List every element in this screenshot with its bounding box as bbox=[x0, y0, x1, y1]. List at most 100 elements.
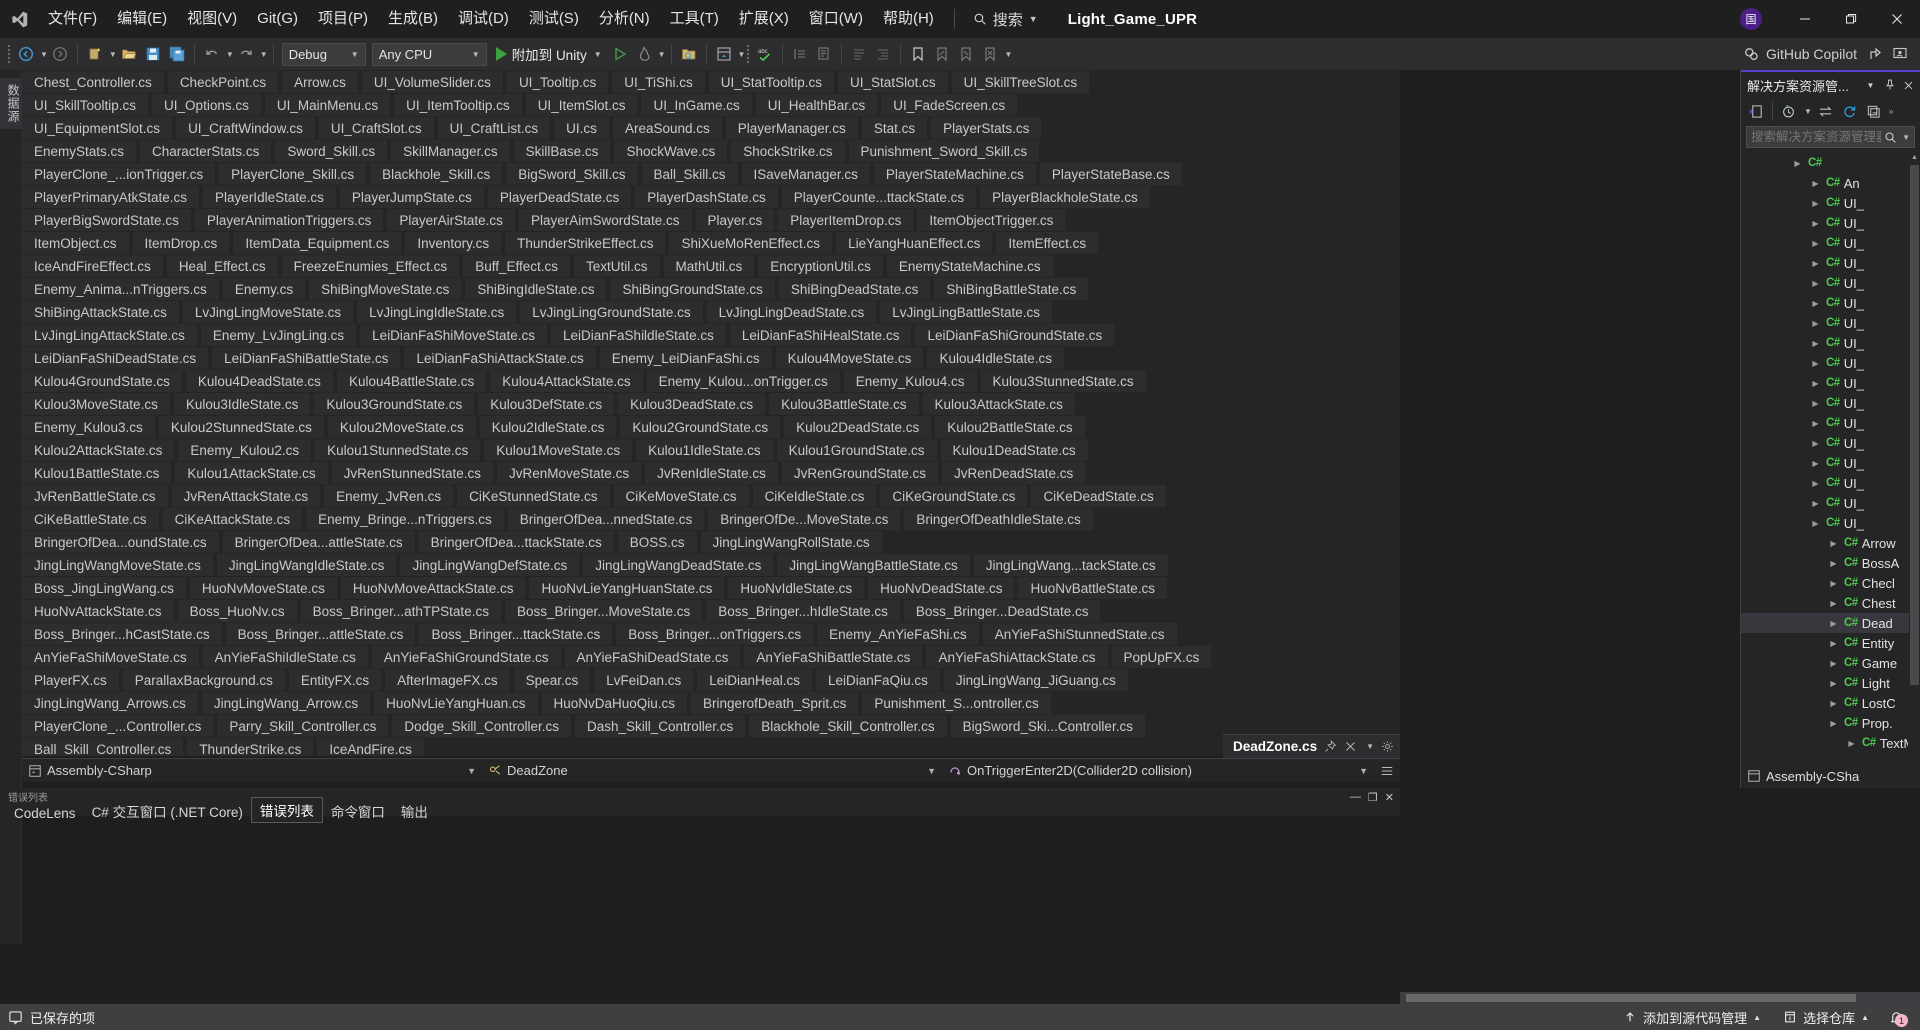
document-tab[interactable]: Kulou3AttackState.cs bbox=[922, 393, 1075, 415]
document-tab[interactable]: Kulou1GroundState.cs bbox=[776, 439, 937, 461]
solution-platform-button[interactable] bbox=[712, 41, 736, 67]
document-tab[interactable]: HuoNvDeadState.cs bbox=[868, 577, 1015, 599]
document-tab[interactable]: UI_CraftList.cs bbox=[437, 117, 551, 139]
document-tab[interactable]: UI_Options.cs bbox=[152, 94, 261, 116]
document-tab[interactable]: Kulou4MoveState.cs bbox=[775, 347, 924, 369]
chevron-right-icon[interactable]: ▶ bbox=[1809, 479, 1822, 488]
document-tab[interactable]: ShockWave.cs bbox=[614, 140, 728, 162]
document-tab[interactable]: TextUtil.cs bbox=[574, 255, 660, 277]
document-tab[interactable]: JvRenDeadState.cs bbox=[941, 462, 1086, 484]
chevron-right-icon[interactable]: ▶ bbox=[1809, 259, 1822, 268]
tree-item[interactable]: ▶ C# UI_ bbox=[1741, 473, 1920, 493]
toolbar-grip[interactable] bbox=[745, 45, 753, 63]
document-tab[interactable]: HuoNvLieYangHuan.cs bbox=[374, 692, 538, 714]
document-tab[interactable]: ShockStrike.cs bbox=[731, 140, 845, 162]
tree-item[interactable]: ▶ C# An bbox=[1741, 173, 1920, 193]
document-tab[interactable]: AnYieFaShiGroundState.cs bbox=[371, 646, 561, 668]
document-tab[interactable]: Enemy_Anima...nTriggers.cs bbox=[22, 278, 219, 300]
document-tab[interactable]: Enemy_JvRen.cs bbox=[324, 485, 454, 507]
document-tab[interactable]: LeiDianFaQiu.cs bbox=[816, 669, 940, 691]
hot-reload-button[interactable] bbox=[632, 41, 656, 67]
document-tab[interactable]: ItemObjectTrigger.cs bbox=[917, 209, 1066, 231]
scroll-up-icon[interactable]: ▲ bbox=[1909, 151, 1920, 163]
document-tab[interactable]: CiKeStunnedState.cs bbox=[457, 485, 610, 507]
document-tab[interactable]: BringerOfDea...nnedState.cs bbox=[507, 508, 705, 530]
chevron-down-icon[interactable]: ▼ bbox=[260, 50, 268, 59]
pin-icon[interactable] bbox=[1324, 740, 1337, 753]
document-tab[interactable]: Kulou2IdleState.cs bbox=[479, 416, 617, 438]
menu-analyze[interactable]: 分析(N) bbox=[589, 0, 660, 38]
tree-item[interactable]: ▶ C# LostC bbox=[1741, 693, 1920, 713]
toolbar-overflow-icon[interactable]: ▼ bbox=[1004, 50, 1012, 59]
document-tab[interactable]: Punishment_Sword_Skill.cs bbox=[848, 140, 1040, 162]
chevron-right-icon[interactable]: ▶ bbox=[1827, 719, 1840, 728]
chevron-right-icon[interactable]: ▶ bbox=[1827, 619, 1840, 628]
close-icon[interactable] bbox=[1344, 740, 1357, 753]
document-tab[interactable]: Kulou2DeadState.cs bbox=[784, 416, 932, 438]
document-tab[interactable]: Buff_Effect.cs bbox=[463, 255, 570, 277]
document-tab[interactable]: AnYieFaShiAttackState.cs bbox=[926, 646, 1108, 668]
document-tab[interactable]: Boss_Bringer...hIdleState.cs bbox=[706, 600, 900, 622]
document-tab[interactable]: CharacterStats.cs bbox=[140, 140, 272, 162]
previous-bookmark-button[interactable] bbox=[930, 41, 954, 67]
document-tab[interactable]: PlayerStateBase.cs bbox=[1039, 163, 1182, 185]
configuration-dropdown[interactable]: Debug ▼ bbox=[281, 42, 366, 66]
add-to-source-control-button[interactable]: 添加到源代码管理 ▲ bbox=[1614, 1004, 1770, 1030]
scrollbar-thumb[interactable] bbox=[1406, 994, 1856, 1002]
platform-dropdown[interactable]: Any CPU ▼ bbox=[371, 42, 487, 66]
document-tab[interactable]: PlayerBigSwordState.cs bbox=[22, 209, 191, 231]
tree-item[interactable]: ▶ C# Light bbox=[1741, 673, 1920, 693]
chevron-right-icon[interactable]: ▶ bbox=[1827, 539, 1840, 548]
document-tab[interactable]: ItemObject.cs bbox=[22, 232, 129, 254]
maximize-restore-button[interactable] bbox=[1828, 0, 1874, 38]
document-tab[interactable]: BringerOfDea...ttackState.cs bbox=[418, 531, 614, 553]
minimize-icon[interactable]: — bbox=[1350, 791, 1361, 804]
horizontal-scrollbar[interactable] bbox=[1400, 992, 1920, 1004]
document-tab[interactable]: Inventory.cs bbox=[405, 232, 502, 254]
close-button[interactable] bbox=[1874, 0, 1920, 38]
document-tab[interactable]: JingLingWangDeadState.cs bbox=[583, 554, 774, 576]
document-tab[interactable]: ShiBingAttackState.cs bbox=[22, 301, 179, 323]
restore-icon[interactable]: ❐ bbox=[1368, 791, 1378, 804]
document-tab[interactable]: PlayerJumpState.cs bbox=[339, 186, 484, 208]
tree-item[interactable]: ▶ C# BossA bbox=[1741, 553, 1920, 573]
document-tab[interactable]: Kulou2MoveState.cs bbox=[327, 416, 476, 438]
tree-item[interactable]: ▶ C# Entity bbox=[1741, 633, 1920, 653]
scrollbar-thumb[interactable] bbox=[1910, 165, 1919, 685]
document-tab[interactable]: LeiDianFaShiGroundState.cs bbox=[915, 324, 1115, 346]
document-tab[interactable]: Heal_Effect.cs bbox=[166, 255, 278, 277]
document-tab[interactable]: Enemy_AnYieFaShi.cs bbox=[817, 623, 979, 645]
bottom-panel-tab[interactable]: 错误列表 bbox=[250, 797, 323, 823]
document-tab[interactable]: UI_MainMenu.cs bbox=[264, 94, 391, 116]
chevron-right-icon[interactable]: ▶ bbox=[1809, 239, 1822, 248]
document-tab[interactable]: LeiDianFaShiMoveState.cs bbox=[360, 324, 548, 346]
document-tab[interactable]: UI_VolumeSlider.cs bbox=[361, 71, 503, 93]
document-tab[interactable]: CheckPoint.cs bbox=[167, 71, 279, 93]
tree-item[interactable]: ▶ C# UI_ bbox=[1741, 313, 1920, 333]
collapse-all-icon[interactable] bbox=[1863, 101, 1884, 122]
chevron-down-icon[interactable]: ▼ bbox=[1804, 107, 1812, 116]
document-tab[interactable]: HuoNvIdleState.cs bbox=[728, 577, 865, 599]
copilot-label[interactable]: GitHub Copilot bbox=[1766, 46, 1857, 62]
tree-item[interactable]: ▶ C# Prop. bbox=[1741, 713, 1920, 733]
sync-with-active-document-icon[interactable] bbox=[1815, 101, 1836, 122]
close-icon[interactable] bbox=[1901, 78, 1916, 93]
document-tab[interactable]: JingLingWang_Arrows.cs bbox=[22, 692, 198, 714]
document-tab[interactable]: HuoNvBattleState.cs bbox=[1018, 577, 1168, 599]
document-tab[interactable]: Player.cs bbox=[695, 209, 775, 231]
document-tab[interactable]: JingLingWang...tackState.cs bbox=[973, 554, 1168, 576]
menu-debug[interactable]: 调试(D) bbox=[448, 0, 519, 38]
document-tab[interactable]: HuoNvMoveState.cs bbox=[189, 577, 337, 599]
document-tab[interactable]: Kulou2StunnedState.cs bbox=[158, 416, 324, 438]
document-tab[interactable]: Kulou2AttackState.cs bbox=[22, 439, 175, 461]
document-tab[interactable]: Kulou1StunnedState.cs bbox=[315, 439, 481, 461]
document-tab[interactable]: HuoNvAttackState.cs bbox=[22, 600, 174, 622]
member-dropdown[interactable]: OnTriggerEnter2D(Collider2D collision) ▼ bbox=[942, 760, 1374, 782]
tree-item[interactable]: ▶ C# UI_ bbox=[1741, 193, 1920, 213]
document-tab[interactable]: JingLingWangBattleState.cs bbox=[777, 554, 970, 576]
document-tab[interactable]: Kulou3DefState.cs bbox=[478, 393, 615, 415]
refresh-icon[interactable] bbox=[1839, 101, 1860, 122]
document-tab[interactable]: LvJingLingBattleState.cs bbox=[880, 301, 1053, 323]
document-tab[interactable]: ItemData_Equipment.cs bbox=[233, 232, 402, 254]
document-tab[interactable]: Kulou3BattleState.cs bbox=[769, 393, 919, 415]
